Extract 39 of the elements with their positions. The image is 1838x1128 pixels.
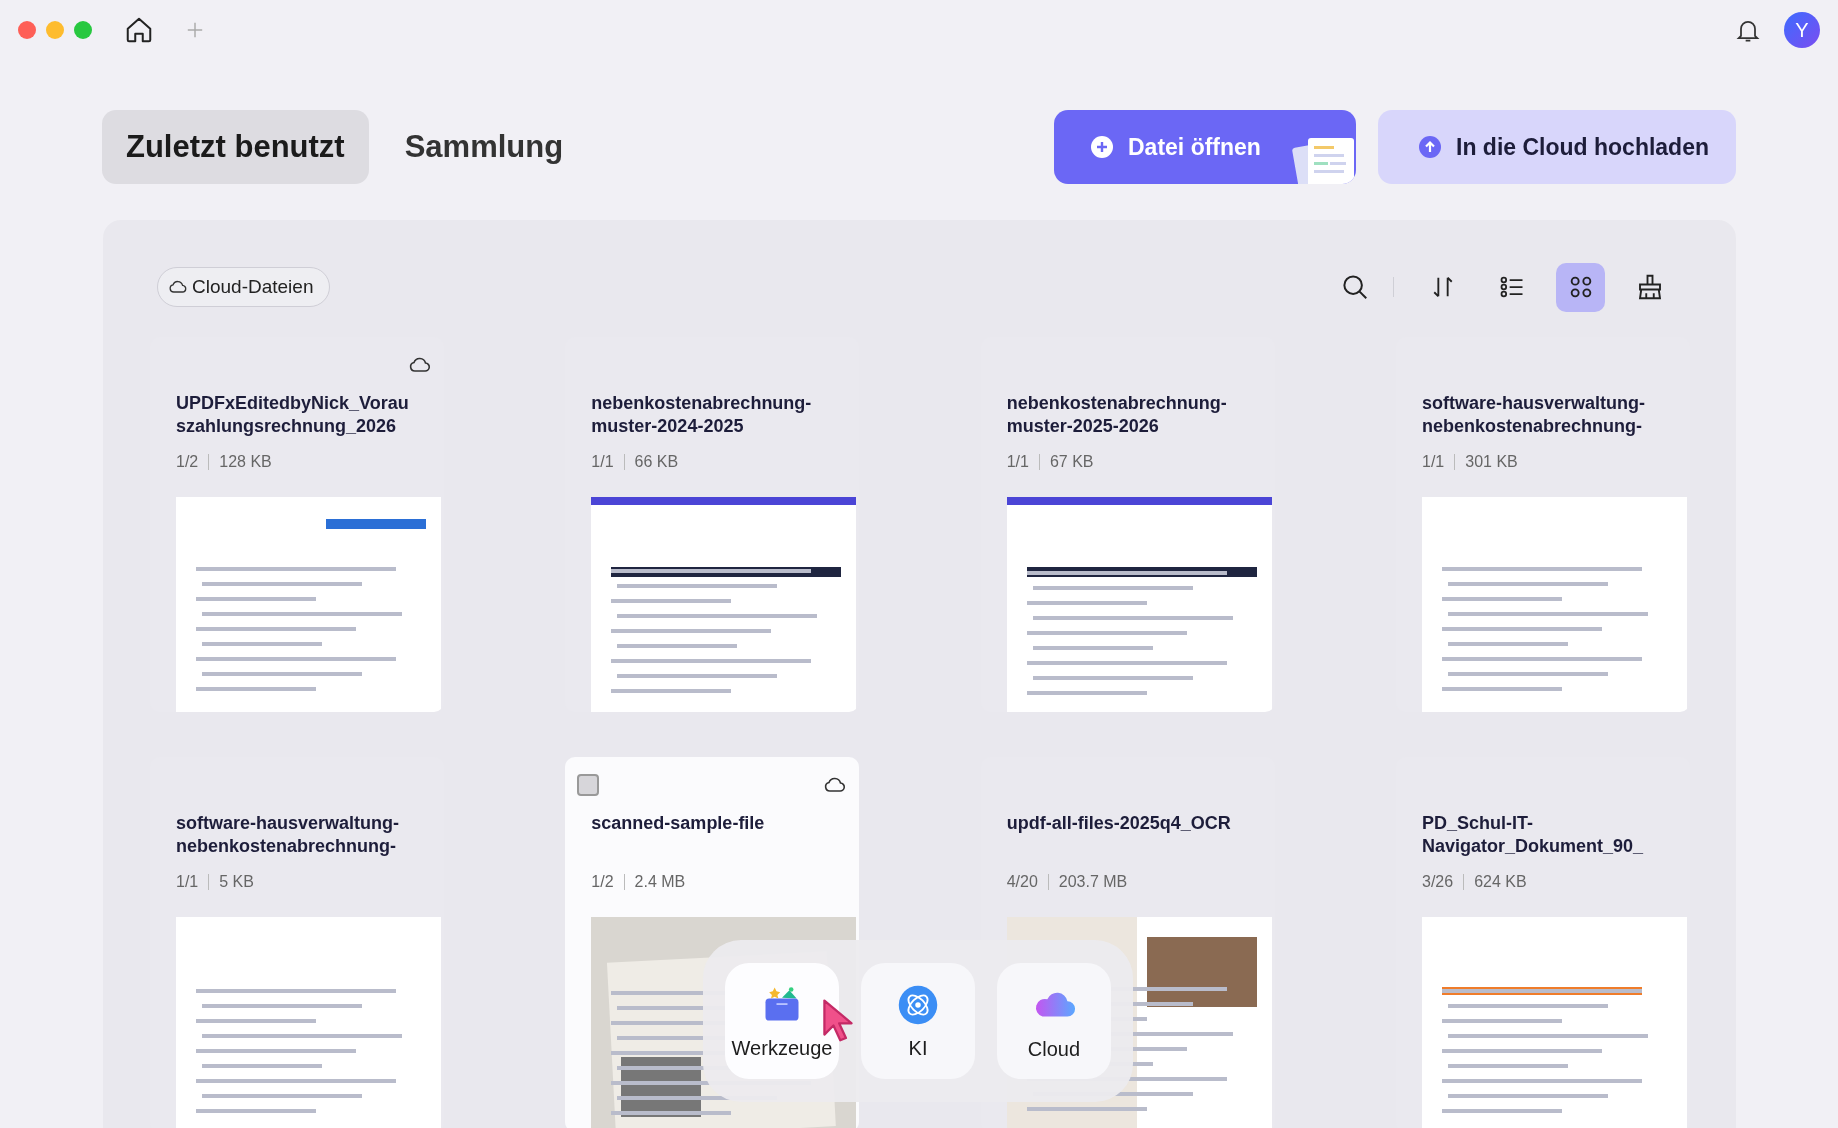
upload-icon <box>1418 135 1442 159</box>
page-count: 1/1 <box>1422 453 1445 471</box>
dock-tile[interactable]: Cloud <box>997 963 1111 1079</box>
plus-icon <box>1090 135 1114 159</box>
page-count: 4/20 <box>1006 873 1038 891</box>
user-avatar[interactable]: Y <box>1784 12 1820 48</box>
file-size: 128 KB <box>219 453 272 471</box>
grid-view-button[interactable] <box>1556 262 1605 312</box>
page-count: 1/2 <box>591 873 614 891</box>
file-size: 67 KB <box>1049 453 1094 471</box>
page-count: 1/1 <box>1006 453 1029 471</box>
file-size: 624 KB <box>1474 873 1527 891</box>
file-name[interactable]: scanned-sample-file <box>591 812 828 858</box>
file-size: 5 KB <box>219 873 254 891</box>
select-checkbox[interactable] <box>577 773 600 796</box>
tab[interactable]: Zuletzt benutzt <box>102 110 369 184</box>
page-count: 1/2 <box>176 453 199 471</box>
file-name[interactable]: PD_Schul-IT-Navigator_Dokument_90_ <box>1422 812 1658 858</box>
page-count: 1/1 <box>591 453 614 471</box>
file-name[interactable]: updf-all-files-2025q4_OCR <box>1006 812 1243 858</box>
dock-tile[interactable]: Werkzeuge <box>725 963 839 1079</box>
file-name[interactable]: nebenkostenabrechnung-muster-2024-2025 <box>591 392 828 438</box>
home-icon[interactable] <box>124 15 154 45</box>
open-file-button[interactable]: Datei öffnen <box>1054 110 1356 184</box>
file-size: 2.4 MB <box>634 873 686 891</box>
close-window-button[interactable] <box>18 21 36 39</box>
file-size: 203.7 MB <box>1058 873 1128 891</box>
upload-to-cloud-button[interactable]: In die Cloud hochladen <box>1378 110 1736 184</box>
file-size: 66 KB <box>634 453 679 471</box>
file-size: 301 KB <box>1465 453 1518 471</box>
cloud-files-filter[interactable]: Cloud-Dateien <box>157 267 331 307</box>
page-count: 1/1 <box>176 873 199 891</box>
file-name[interactable]: nebenkostenabrechnung-muster-2025-2026 <box>1006 392 1243 438</box>
dock-tile[interactable]: KI <box>861 963 975 1079</box>
file-name[interactable]: software-hausverwaltung-nebenkostenabrechnung- <box>1422 392 1658 438</box>
file-name[interactable]: UPDFxEditedbyNick_Vorauszahlungsrechnung_2026 <box>176 392 412 438</box>
file-name[interactable]: software-hausverwaltung-nebenkostenabrechnung- <box>176 812 412 858</box>
tab[interactable]: Sammlung <box>380 110 588 184</box>
page-count: 3/26 <box>1422 873 1454 891</box>
